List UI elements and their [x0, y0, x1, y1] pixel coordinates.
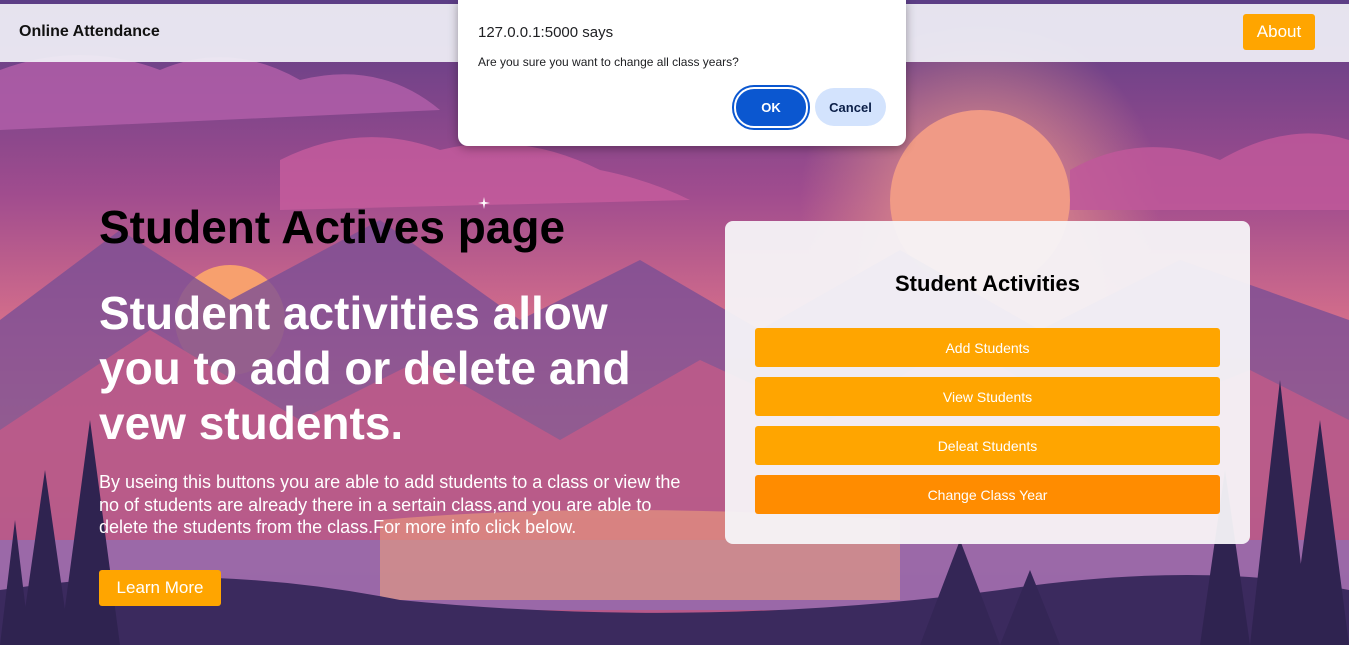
page-title: Student Actives page: [99, 201, 566, 253]
dialog-title: 127.0.0.1:5000 says: [478, 24, 614, 41]
hero-subtitle: Student activities allow you to add or d…: [99, 287, 631, 449]
change-class-year-button[interactable]: Change Class Year: [755, 475, 1220, 514]
learn-more-button[interactable]: Learn More: [99, 570, 221, 606]
cancel-button[interactable]: Cancel: [815, 88, 886, 126]
confirm-dialog: 127.0.0.1:5000 says Are you sure you wan…: [458, 0, 906, 146]
view-students-button[interactable]: View Students: [755, 377, 1220, 416]
card-title: Student Activities: [895, 271, 1080, 296]
cursor-icon: [478, 197, 490, 209]
dialog-message: Are you sure you want to change all clas…: [478, 55, 739, 69]
add-students-button[interactable]: Add Students: [755, 328, 1220, 367]
ok-button[interactable]: OK: [734, 87, 808, 128]
about-button[interactable]: About: [1243, 14, 1315, 50]
hero-description: By useing this buttons you are able to a…: [99, 472, 681, 537]
student-activities-card: Student Activities Add Students View Stu…: [725, 221, 1250, 544]
site-brand[interactable]: Online Attendance: [19, 23, 160, 41]
delete-students-button[interactable]: Deleat Students: [755, 426, 1220, 465]
